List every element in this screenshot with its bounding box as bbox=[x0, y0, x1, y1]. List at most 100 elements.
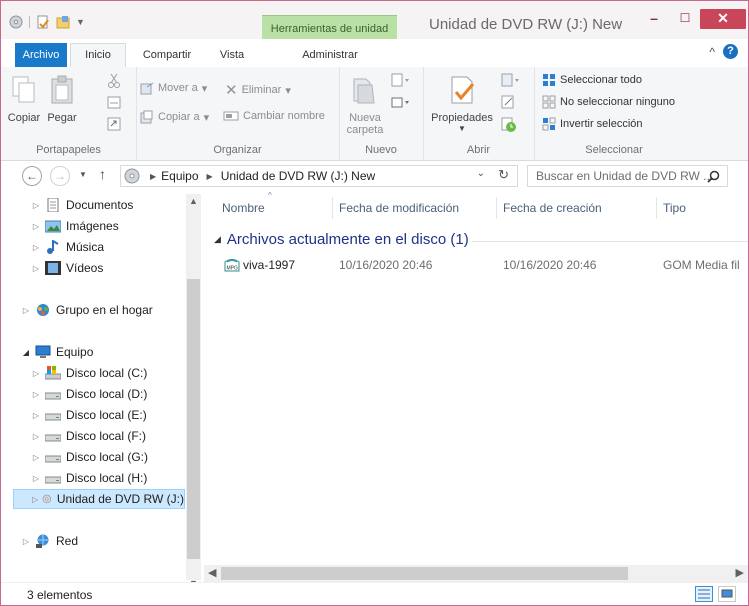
tab-compartir[interactable]: Compartir bbox=[137, 44, 197, 66]
scroll-up-icon[interactable]: ▲ bbox=[186, 196, 201, 206]
documents-icon bbox=[47, 198, 59, 212]
nav-item-documentos[interactable]: ▷ Documentos bbox=[31, 195, 133, 215]
expand-arrow-icon[interactable]: ▷ bbox=[31, 390, 41, 399]
nav-item-imagenes[interactable]: ▷ Imágenes bbox=[31, 216, 119, 236]
table-row[interactable]: MPG viva-1997 10/16/2020 20:46 10/16/202… bbox=[222, 255, 748, 275]
column-divider[interactable] bbox=[496, 197, 497, 219]
expand-arrow-icon[interactable]: ▷ bbox=[31, 432, 41, 441]
group-label-abrir: Abrir bbox=[466, 144, 491, 156]
content-scrollbar-thumb[interactable] bbox=[221, 567, 628, 580]
help-icon[interactable]: ? bbox=[723, 44, 738, 59]
title-bar: ▼ Herramientas de unidad Unidad de DVD R… bbox=[1, 1, 748, 40]
expand-arrow-icon[interactable]: ▷ bbox=[31, 243, 41, 252]
column-header-fecha-creacion[interactable]: Fecha de creación bbox=[503, 201, 602, 215]
paste-shortcut-icon[interactable] bbox=[107, 117, 121, 131]
address-dropdown-icon[interactable]: ⌄ bbox=[477, 168, 485, 179]
nav-item-disco-f[interactable]: ▷ Disco local (F:) bbox=[31, 426, 146, 446]
cut-icon[interactable] bbox=[107, 73, 121, 89]
column-header-fecha-modificacion[interactable]: Fecha de modificación bbox=[339, 201, 459, 215]
scroll-right-icon[interactable]: ▶ bbox=[736, 566, 744, 579]
invert-selection-button[interactable]: Invertir selección bbox=[542, 117, 643, 131]
drive-c-icon bbox=[45, 366, 61, 380]
breadcrumb-equipo[interactable]: Equipo bbox=[161, 169, 198, 183]
back-button[interactable]: ← bbox=[22, 166, 42, 186]
nav-item-musica[interactable]: ▷ Música bbox=[31, 237, 104, 257]
copy-button[interactable]: Copiar bbox=[7, 75, 41, 124]
expand-arrow-icon[interactable]: ▷ bbox=[31, 453, 41, 462]
move-to-button[interactable]: Mover a ▾ bbox=[140, 81, 207, 95]
edit-icon[interactable] bbox=[501, 95, 517, 109]
nav-item-red[interactable]: ▷ Red bbox=[21, 531, 78, 551]
tab-administrar[interactable]: Administrar bbox=[297, 44, 363, 66]
nav-item-equipo[interactable]: ◢ Equipo bbox=[21, 342, 93, 362]
group-header[interactable]: ◢ Archivos actualmente en el disco (1) bbox=[214, 231, 469, 248]
expand-arrow-icon[interactable]: ▷ bbox=[21, 306, 31, 315]
copy-path-icon[interactable] bbox=[107, 96, 121, 109]
easy-access-icon[interactable] bbox=[391, 95, 411, 109]
refresh-icon[interactable]: ↻ bbox=[498, 167, 509, 183]
copy-icon bbox=[12, 76, 35, 103]
nav-item-disco-e[interactable]: ▷ Disco local (E:) bbox=[31, 405, 147, 425]
search-input[interactable]: Buscar en Unidad de DVD RW ... bbox=[527, 165, 728, 187]
nav-scrollbar[interactable]: ▲ ▼ bbox=[186, 194, 201, 588]
minimize-button[interactable]: – bbox=[641, 9, 667, 29]
expand-arrow-icon[interactable]: ▷ bbox=[21, 537, 31, 546]
collapse-arrow-icon[interactable]: ◢ bbox=[21, 348, 31, 357]
scroll-left-icon[interactable]: ◀ bbox=[208, 566, 216, 579]
collapse-ribbon-icon[interactable]: ^ bbox=[709, 45, 715, 59]
maximize-button[interactable]: ☐ bbox=[672, 9, 698, 29]
new-item-icon[interactable] bbox=[391, 73, 411, 87]
column-header-tipo[interactable]: Tipo bbox=[663, 201, 686, 215]
nav-item-disco-g[interactable]: ▷ Disco local (G:) bbox=[31, 447, 148, 467]
expand-arrow-icon[interactable]: ▷ bbox=[31, 222, 41, 231]
move-to-dropdown-icon: ▾ bbox=[201, 82, 208, 95]
select-none-button[interactable]: No seleccionar ninguno bbox=[542, 95, 675, 109]
delete-button[interactable]: ✕ Eliminar ▾ bbox=[225, 81, 291, 99]
paste-button[interactable]: Pegar bbox=[45, 75, 79, 124]
address-bar[interactable]: ▶ Equipo ▶ Unidad de DVD RW (J:) New ⌄ ↻ bbox=[120, 165, 518, 187]
new-folder-icon bbox=[353, 78, 375, 104]
new-folder-button[interactable]: Nueva carpeta bbox=[343, 75, 387, 136]
column-divider[interactable] bbox=[656, 197, 657, 219]
computer-icon bbox=[35, 345, 51, 358]
expand-arrow-icon[interactable]: ▷ bbox=[31, 264, 41, 273]
properties-button[interactable]: Propiedades ▼ bbox=[427, 75, 497, 133]
tab-vista[interactable]: Vista bbox=[213, 44, 251, 66]
expand-arrow-icon[interactable]: ▷ bbox=[31, 369, 41, 378]
content-horizontal-scrollbar[interactable]: ◀ ▶ bbox=[204, 565, 748, 582]
copy-to-button[interactable]: Copiar a ▾ bbox=[140, 110, 209, 124]
nav-item-disco-h[interactable]: ▷ Disco local (H:) bbox=[31, 468, 147, 488]
select-all-button[interactable]: Seleccionar todo bbox=[542, 73, 642, 87]
properties-qat-icon[interactable] bbox=[36, 15, 50, 29]
large-icons-view-button[interactable] bbox=[718, 586, 736, 602]
tab-inicio[interactable]: Inicio bbox=[70, 43, 126, 68]
expand-arrow-icon[interactable]: ▷ bbox=[32, 495, 38, 504]
expand-arrow-icon[interactable]: ▷ bbox=[31, 474, 41, 483]
context-tab-drive-tools[interactable]: Herramientas de unidad bbox=[262, 15, 397, 40]
search-icon[interactable] bbox=[707, 170, 720, 183]
group-collapse-icon[interactable]: ◢ bbox=[214, 234, 221, 245]
details-view-button[interactable] bbox=[695, 586, 713, 602]
nav-item-videos[interactable]: ▷ Vídeos bbox=[31, 258, 103, 278]
close-button[interactable]: ✕ bbox=[700, 9, 746, 29]
nav-item-dvd-j[interactable]: ▷ Unidad de DVD RW (J:) bbox=[13, 489, 185, 509]
new-folder-qat-icon[interactable] bbox=[56, 15, 70, 29]
expand-arrow-icon[interactable]: ▷ bbox=[31, 201, 41, 210]
rename-button[interactable]: Cambiar nombre bbox=[223, 110, 325, 122]
up-arrow-icon[interactable]: ↑ bbox=[99, 166, 106, 182]
nav-item-disco-d[interactable]: ▷ Disco local (D:) bbox=[31, 384, 147, 404]
column-divider[interactable] bbox=[332, 197, 333, 219]
group-label-portapapeles: Portapapeles bbox=[36, 144, 101, 156]
history-icon[interactable] bbox=[501, 117, 517, 133]
expand-arrow-icon[interactable]: ▷ bbox=[31, 411, 41, 420]
breadcrumb-current[interactable]: Unidad de DVD RW (J:) New bbox=[221, 169, 376, 183]
recent-locations-icon[interactable]: ▼ bbox=[79, 170, 87, 179]
nav-scrollbar-thumb[interactable] bbox=[187, 279, 200, 559]
open-icon[interactable] bbox=[501, 73, 521, 87]
qat-dropdown-icon[interactable]: ▼ bbox=[76, 17, 85, 27]
column-header-nombre[interactable]: Nombre bbox=[222, 201, 265, 215]
tab-archivo[interactable]: Archivo bbox=[15, 43, 67, 67]
nav-item-grupo-hogar[interactable]: ▷ Grupo en el hogar bbox=[21, 300, 153, 320]
forward-button[interactable]: → bbox=[50, 166, 70, 186]
nav-item-disco-c[interactable]: ▷ Disco local (C:) bbox=[31, 363, 147, 383]
